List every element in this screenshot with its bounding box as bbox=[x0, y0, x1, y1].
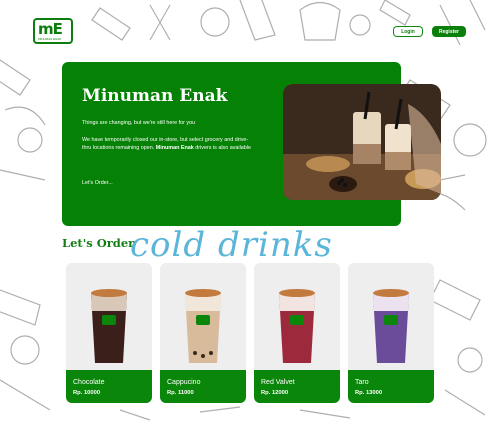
product-card-cappucino[interactable]: Cappucino Rp. 11000 bbox=[160, 263, 246, 403]
register-button[interactable]: Register bbox=[432, 26, 466, 37]
product-info: Taro Rp. 13000 bbox=[348, 370, 434, 403]
product-price: Rp. 10000 bbox=[73, 390, 101, 396]
product-info: Chocolate Rp. 10000 bbox=[66, 370, 152, 403]
product-info: Cappucino Rp. 11000 bbox=[160, 370, 246, 403]
product-photo bbox=[160, 263, 246, 370]
product-name: Taro bbox=[355, 379, 369, 386]
product-card-chocolate[interactable]: Chocolate Rp. 10000 bbox=[66, 263, 152, 403]
hero-intro-text: Things are changing, but we're still her… bbox=[82, 120, 196, 126]
logo-mark: mE bbox=[38, 20, 63, 38]
hero-notice-text: We have temporarily closed our in-store,… bbox=[82, 137, 254, 152]
product-name: Red Valvet bbox=[261, 379, 295, 386]
hero-notice-brand: Minuman Enak bbox=[155, 144, 194, 151]
product-price: Rp. 11000 bbox=[167, 390, 194, 396]
product-photo bbox=[254, 263, 340, 370]
lets-order-link[interactable]: Let's Order... bbox=[82, 180, 113, 186]
login-button[interactable]: Login bbox=[393, 26, 423, 37]
logo-subtitle: MINUMAN ENAK bbox=[38, 37, 62, 41]
product-info: Red Valvet Rp. 12000 bbox=[254, 370, 340, 403]
product-card-red-valvet[interactable]: Red Valvet Rp. 12000 bbox=[254, 263, 340, 403]
product-name: Chocolate bbox=[73, 379, 105, 386]
product-price: Rp. 13000 bbox=[355, 390, 383, 396]
decorative-script-heading: cold drinks bbox=[130, 225, 333, 265]
product-photo bbox=[348, 263, 434, 370]
product-card-taro[interactable]: Taro Rp. 13000 bbox=[348, 263, 434, 403]
hero-banner: Minuman Enak Things are changing, but we… bbox=[62, 62, 441, 226]
hero-drinks-photo bbox=[283, 84, 441, 200]
product-name: Cappucino bbox=[167, 379, 201, 386]
product-photo bbox=[66, 263, 152, 370]
menu-section-title: Let's Order bbox=[62, 236, 135, 250]
brand-logo[interactable]: mE MINUMAN ENAK bbox=[33, 18, 73, 44]
hero-notice-tail: drivers is also available bbox=[195, 144, 251, 151]
product-price: Rp. 12000 bbox=[261, 390, 289, 396]
hero-title: Minuman Enak bbox=[82, 86, 228, 106]
